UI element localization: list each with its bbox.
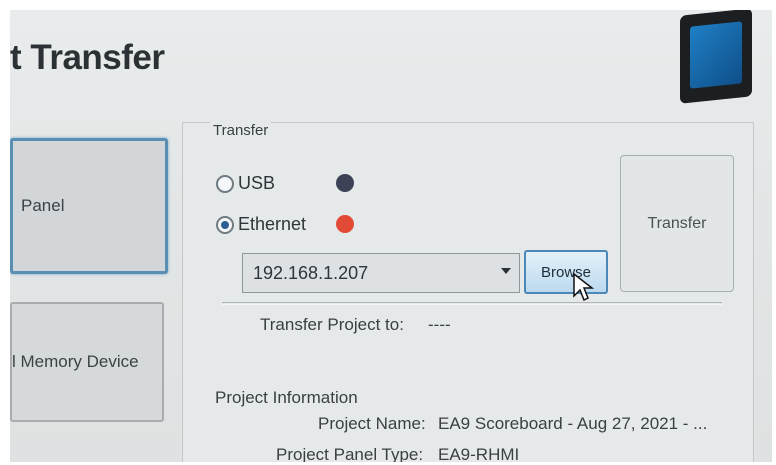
- window-title: t Transfer: [10, 38, 165, 77]
- usb-radio[interactable]: [216, 175, 234, 193]
- project-info-header: Project Information: [215, 388, 358, 407]
- chevron-down-icon[interactable]: [501, 268, 511, 274]
- memory-device-label: l Memory Device: [12, 352, 139, 371]
- transfer-button[interactable]: Transfer: [620, 155, 734, 292]
- panel-button[interactable]: Panel: [10, 138, 168, 274]
- transfer-window: t Transfer Panel l Memory Device Transfe…: [10, 10, 772, 462]
- usb-status-dot: [336, 174, 354, 192]
- browse-button[interactable]: Browse: [524, 250, 608, 294]
- mouse-pointer-icon: [573, 272, 594, 302]
- transfer-project-to-label: Transfer Project to:: [260, 315, 404, 334]
- ethernet-status-dot: [336, 215, 354, 233]
- project-name-value: EA9 Scoreboard - Aug 27, 2021 - ...: [438, 414, 708, 433]
- panel-button-label: Panel: [21, 196, 65, 215]
- transfer-button-label: Transfer: [647, 214, 707, 232]
- panel-device-icon: [680, 10, 752, 104]
- divider: [222, 302, 722, 303]
- divider-highlight: [222, 304, 722, 305]
- ip-address-value: 192.168.1.207: [253, 263, 369, 283]
- ip-address-select[interactable]: 192.168.1.207: [242, 253, 520, 293]
- project-name-label: Project Name:: [318, 414, 426, 433]
- memory-device-button[interactable]: l Memory Device: [10, 302, 164, 422]
- transfer-project-to-value: ----: [428, 315, 451, 334]
- project-panel-type-label: Project Panel Type:: [276, 445, 424, 462]
- usb-label: USB: [238, 173, 276, 193]
- ethernet-label: Ethernet: [238, 214, 307, 234]
- transfer-group-label: Transfer: [210, 122, 272, 139]
- project-panel-type-value: EA9-RHMI: [438, 445, 520, 462]
- ethernet-radio[interactable]: [216, 216, 234, 234]
